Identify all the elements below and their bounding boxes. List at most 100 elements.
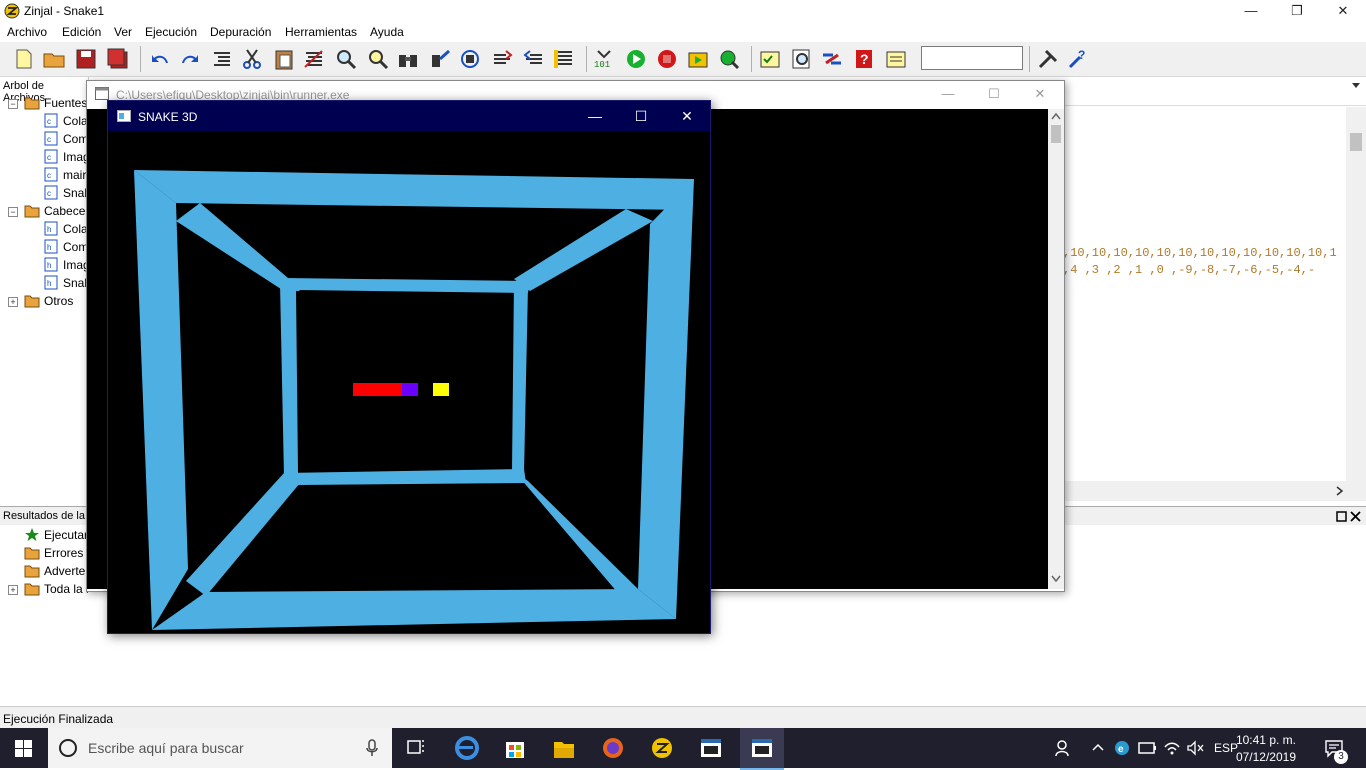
snake-maximize-button[interactable]: ☐ (618, 101, 664, 131)
tree-item-fuentes[interactable]: − Fuentes (0, 94, 88, 112)
find-next-icon[interactable] (366, 47, 390, 71)
wifi-icon[interactable] (1163, 739, 1181, 757)
links-icon[interactable] (820, 47, 844, 71)
console-maximize-button[interactable]: ☐ (971, 81, 1017, 107)
tree-item-file[interactable]: h Cola (0, 220, 88, 238)
tree-item-file[interactable]: c Com (0, 130, 88, 148)
console-scrollbar[interactable] (1048, 109, 1064, 589)
run-icon[interactable] (624, 47, 648, 71)
scroll-right-icon[interactable] (1333, 485, 1345, 497)
scrollbar-thumb[interactable] (1051, 125, 1061, 143)
debug-inspect-icon[interactable] (717, 47, 741, 71)
tools-icon[interactable] (1036, 47, 1060, 71)
console-close-button[interactable]: ✕ (1017, 81, 1063, 107)
context-help-icon[interactable]: ? (1066, 47, 1090, 71)
expand-toggle-icon[interactable]: + (8, 297, 18, 307)
menu-ayuda[interactable]: Ayuda (370, 25, 404, 39)
expand-toggle-icon[interactable]: + (8, 585, 18, 595)
undo-icon[interactable] (148, 47, 172, 71)
bookmark-list-icon[interactable] (552, 47, 576, 71)
paste-icon[interactable] (272, 47, 296, 71)
toolbar-search-input[interactable] (921, 46, 1023, 70)
open-folder-icon[interactable] (42, 47, 66, 71)
restore-button[interactable]: ❐ (1274, 0, 1320, 22)
console-taskbar-icon[interactable] (691, 734, 731, 762)
tab-dropdown-icon[interactable] (1350, 80, 1362, 90)
clock-date[interactable]: 07/12/2019 (1236, 750, 1296, 764)
scroll-down-icon[interactable] (1051, 575, 1061, 583)
new-file-icon[interactable] (12, 47, 36, 71)
close-panel-icon[interactable] (1350, 511, 1361, 522)
binoculars-icon[interactable] (396, 47, 420, 71)
snake-game-window[interactable]: SNAKE 3D — ☐ ✕ (107, 100, 711, 634)
menu-archivo[interactable]: Archivo (7, 25, 47, 39)
close-button[interactable]: ✕ (1320, 0, 1366, 22)
menu-ejecucion[interactable]: Ejecución (145, 25, 197, 39)
firefox-icon[interactable] (593, 734, 633, 762)
jump-back-icon[interactable] (522, 47, 546, 71)
save-icon[interactable] (74, 47, 98, 71)
collapse-toggle-icon[interactable]: − (8, 99, 18, 109)
maximize-panel-icon[interactable] (1336, 511, 1347, 522)
indent-icon[interactable] (210, 47, 234, 71)
snake-taskbar-button[interactable] (740, 728, 784, 770)
inspect-icon[interactable] (790, 47, 814, 71)
result-item-toda-la-salida[interactable]: + Toda la salida (0, 580, 88, 598)
result-item-errores[interactable]: Errores ( (0, 544, 88, 562)
editor-vertical-scrollbar[interactable] (1346, 107, 1366, 481)
replace-icon[interactable] (458, 47, 482, 71)
result-item-advertencias[interactable]: Adverte (0, 562, 88, 580)
windows-start-icon[interactable] (15, 740, 32, 757)
scroll-up-icon[interactable] (1051, 112, 1061, 120)
collapse-toggle-icon[interactable]: − (8, 207, 18, 217)
battery-icon[interactable] (1138, 741, 1158, 755)
stop-icon[interactable] (655, 47, 679, 71)
tree-item-file[interactable]: c Snak (0, 184, 88, 202)
task-view-icon[interactable] (396, 734, 436, 762)
game-canvas[interactable] (108, 131, 710, 633)
menu-ver[interactable]: Ver (114, 25, 132, 39)
cut-icon[interactable] (240, 47, 264, 71)
compile-icon[interactable]: 101 (592, 47, 616, 71)
tree-item-file[interactable]: h Com (0, 238, 88, 256)
language-indicator[interactable]: ESP (1214, 741, 1238, 755)
check-list-icon[interactable] (758, 47, 782, 71)
debug-run-icon[interactable] (686, 47, 710, 71)
find-icon[interactable] (334, 47, 358, 71)
tree-item-file[interactable]: c Imag (0, 148, 88, 166)
notes-icon[interactable] (884, 47, 908, 71)
save-all-icon[interactable] (106, 47, 130, 71)
tree-item-cabeceras[interactable]: − Cabecer (0, 202, 88, 220)
snake-close-button[interactable]: ✕ (664, 101, 710, 131)
tree-item-file[interactable]: h Imag (0, 256, 88, 274)
help-icon[interactable]: ? (852, 47, 876, 71)
store-icon[interactable] (495, 734, 535, 762)
show-hidden-icons-chevron[interactable] (1091, 742, 1105, 752)
tray-app-icon[interactable]: e (1113, 739, 1131, 757)
tree-item-file[interactable]: h Snak (0, 274, 88, 292)
edge-browser-icon[interactable] (447, 734, 487, 762)
snake-minimize-button[interactable]: — (572, 101, 618, 131)
tree-item-file[interactable]: c Cola (0, 112, 88, 130)
menu-edicion[interactable]: Edición (62, 25, 101, 39)
menu-herramientas[interactable]: Herramientas (285, 25, 357, 39)
goto-icon[interactable] (428, 47, 452, 71)
editor-horizontal-scrollbar[interactable] (1063, 481, 1366, 501)
console-minimize-button[interactable]: — (925, 81, 971, 107)
file-explorer-icon[interactable] (544, 734, 584, 762)
microphone-icon[interactable] (366, 739, 378, 757)
result-item-ejecutar[interactable]: Ejecutar (0, 526, 88, 544)
clock-time[interactable]: 10:41 p. m. (1236, 733, 1296, 747)
minimize-button[interactable]: — (1228, 0, 1274, 22)
jump-forward-icon[interactable] (490, 47, 514, 71)
volume-muted-icon[interactable] (1186, 739, 1204, 757)
tree-item-otros[interactable]: + Otros (0, 292, 88, 310)
scrollbar-thumb[interactable] (1350, 133, 1362, 151)
taskbar-search-box[interactable]: Escribe aquí para buscar (48, 728, 392, 768)
menu-depuracion[interactable]: Depuración (210, 25, 271, 39)
code-editor[interactable]: ,10,10,10,10,10,10,10,10,10,10,10,10,1 ,… (1063, 77, 1366, 505)
people-icon[interactable] (1055, 739, 1073, 757)
comment-icon[interactable] (302, 47, 326, 71)
redo-icon[interactable] (178, 47, 202, 71)
tree-item-file[interactable]: c mair (0, 166, 88, 184)
